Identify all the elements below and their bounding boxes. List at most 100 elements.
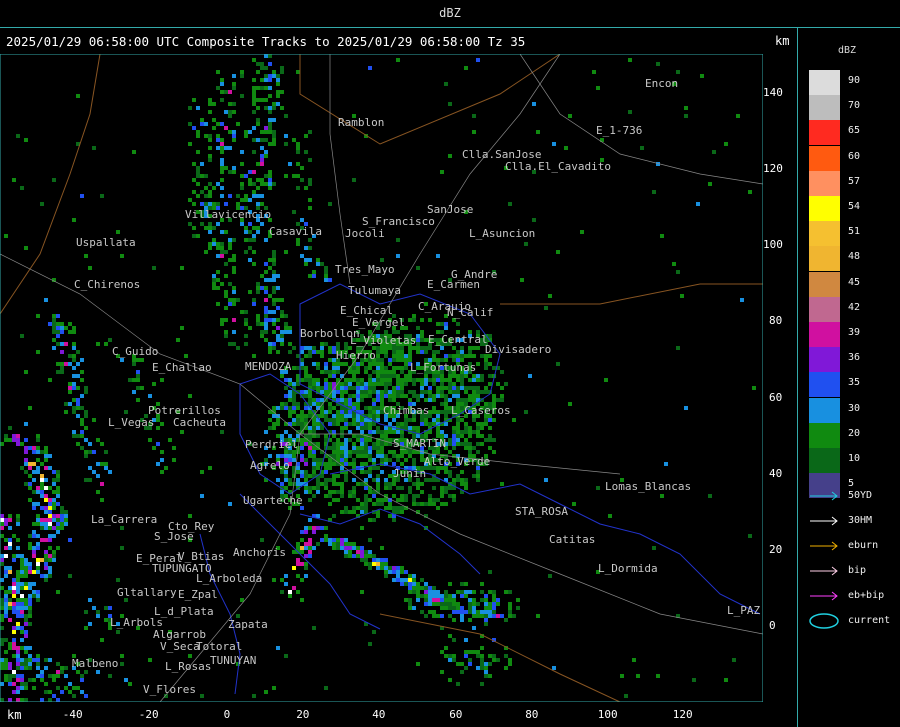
echo-cell [308,490,312,494]
echo-cell [312,346,316,350]
echo-cell [380,442,384,446]
echo-cell [52,514,56,518]
echo-cell [368,386,372,390]
echo-cell [500,386,504,390]
echo-cell [388,474,392,478]
echo-cell [116,230,120,234]
echo-cell [476,654,480,658]
echo-cell [428,318,432,322]
echo-cell [468,434,472,438]
echo-cell [328,406,332,410]
echo-cell [272,346,276,350]
echo-cell [76,362,80,366]
y-tick-label: 140 [763,86,783,99]
echo-cell [224,274,228,278]
echo-cell [336,446,340,450]
echo-cell [208,146,212,150]
echo-cell [420,330,424,334]
echo-cell [496,602,500,606]
echo-cell [472,374,476,378]
echo-cell [28,602,32,606]
legend-swatch-label: 70 [848,100,861,112]
echo-cell [224,230,228,234]
echo-cell [264,154,268,158]
echo-cell [472,606,476,610]
echo-cell [372,382,376,386]
echo-cell [36,662,40,666]
echo-cell [276,478,280,482]
echo-cell [20,574,24,578]
echo-cell [344,454,348,458]
place-label: E_Challao [152,361,212,374]
echo-cell [40,538,44,542]
echo-cell [220,82,224,86]
echo-cell [368,426,372,430]
echo-cell [448,598,452,602]
echo-cell [212,202,216,206]
echo-cell [460,594,464,598]
echo-cell [68,690,72,694]
echo-cell [164,466,168,470]
echo-cell [68,362,72,366]
echo-cell [400,390,404,394]
echo-cell [464,442,468,446]
echo-cell [428,478,432,482]
echo-cell [260,274,264,278]
echo-cell [16,650,20,654]
echo-cell [452,382,456,386]
echo-cell [480,682,484,686]
echo-cell [332,454,336,458]
echo-cell [120,254,124,258]
echo-cell [304,458,308,462]
place-label: L_PAZ [727,604,761,617]
echo-cell [472,390,476,394]
echo-cell [380,362,384,366]
echo-cell [220,230,224,234]
place-label: E_1-736 [596,124,643,137]
echo-cell [292,346,296,350]
echo-cell [320,398,324,402]
echo-cell [392,418,396,422]
echo-cell [344,478,348,482]
echo-cell [32,478,36,482]
echo-cell [416,582,420,586]
echo-cell [232,130,236,134]
place-label: C_Guido [112,345,159,358]
echo-cell [256,70,260,74]
echo-cell [264,330,268,334]
echo-cell [16,686,20,690]
echo-cell [232,74,236,78]
echo-cell [232,286,236,290]
echo-cell [468,602,472,606]
radar-map[interactable] [0,54,763,702]
echo-cell [332,478,336,482]
echo-cell [272,182,276,186]
echo-cell [308,130,312,134]
echo-cell [300,414,304,418]
echo-cell [468,350,472,354]
echo-cell [508,590,512,594]
echo-cell [28,582,32,586]
echo-cell [108,674,112,678]
echo-cell [400,354,404,358]
echo-cell [396,354,400,358]
echo-cell [20,586,24,590]
echo-cell [4,650,8,654]
place-label: Totoral [196,640,243,653]
echo-cell [380,390,384,394]
echo-cell [328,494,332,498]
echo-cell [416,394,420,398]
legend-title: dBZ [838,45,857,56]
echo-cell [48,518,52,522]
echo-cell [272,286,276,290]
echo-cell [100,498,104,502]
echo-cell [336,438,340,442]
echo-cell [56,330,60,334]
echo-cell [396,366,400,370]
echo-cell [376,498,380,502]
echo-cell [364,494,368,498]
echo-cell [52,518,56,522]
echo-cell [420,418,424,422]
current-legend-label: current [848,615,891,626]
echo-cell [48,546,52,550]
